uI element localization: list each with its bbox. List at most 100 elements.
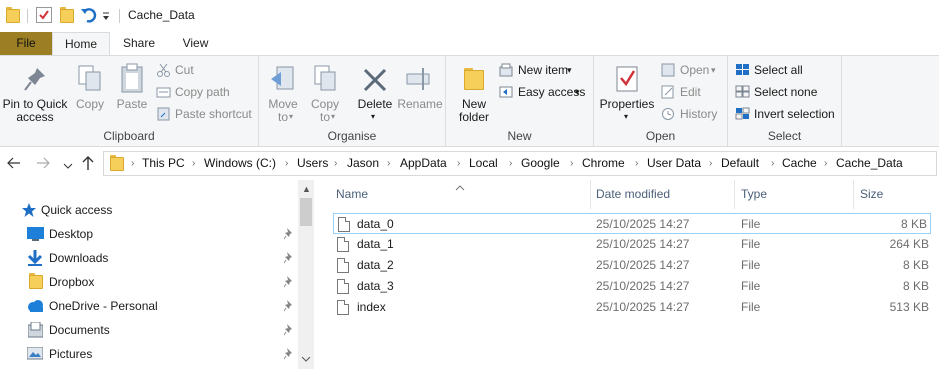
star-icon [22, 203, 36, 217]
scrollbar-thumb[interactable] [300, 198, 312, 226]
breadcrumb-separator-icon: › [570, 158, 574, 169]
easy-access-icon [499, 85, 514, 99]
nav-item-pictures[interactable]: Pictures [27, 343, 307, 365]
breadcrumb-appdata[interactable]: AppData [400, 152, 447, 175]
navigation-pane: Quick access Desktop Downloads Dropbox O… [0, 180, 314, 369]
nav-item-dropbox[interactable]: Dropbox [27, 271, 307, 293]
tab-share[interactable]: Share [113, 32, 165, 55]
divider [119, 9, 120, 23]
file-icon [337, 237, 349, 252]
open-icon [661, 63, 676, 77]
breadcrumb-chrome[interactable]: Chrome [582, 152, 625, 175]
breadcrumb-default[interactable]: Default [721, 152, 759, 175]
scroll-down-arrow-icon[interactable] [301, 352, 311, 362]
recent-locations-chevron-icon[interactable] [63, 159, 73, 169]
pin-icon [24, 68, 45, 91]
forward-arrow-icon[interactable] [36, 156, 50, 170]
tab-view[interactable]: View [168, 32, 223, 55]
file-size: 8 KB [900, 217, 927, 231]
customize-toolbar-chevron-icon[interactable] [101, 9, 111, 23]
delete-button[interactable]: Delete ▾ [355, 60, 395, 130]
table-row[interactable]: data_3 25/10/2025 14:27 File 8 KB [333, 276, 931, 297]
breadcrumb-separator-icon: › [387, 158, 391, 169]
breadcrumb-separator-icon: › [771, 158, 775, 169]
tab-file[interactable]: File [0, 32, 52, 55]
navigation-pane-scrollbar[interactable]: ▲ [298, 180, 314, 369]
file-name: index [357, 300, 386, 314]
move-to-icon [271, 66, 294, 90]
new-item-icon [499, 63, 514, 77]
rename-button[interactable]: Rename [397, 60, 443, 130]
breadcrumb-google[interactable]: Google [521, 152, 560, 175]
nav-item-documents[interactable]: Documents [27, 319, 307, 341]
column-header-name[interactable]: Name [336, 180, 368, 209]
column-header-date-modified[interactable]: Date modified [596, 180, 670, 209]
breadcrumb-windows-c[interactable]: Windows (C:) [204, 152, 276, 175]
nav-item-desktop[interactable]: Desktop [27, 223, 307, 245]
column-divider [590, 180, 591, 209]
file-icon [337, 279, 349, 294]
breadcrumb-jason[interactable]: Jason [347, 152, 379, 175]
pin-to-quick-access-button[interactable]: Pin to Quick access [0, 60, 70, 130]
pin-icon [284, 324, 292, 336]
ribbon: Pin to Quick access Copy Paste Cut Copy … [0, 55, 939, 147]
breadcrumb-cache-data[interactable]: Cache_Data [836, 152, 903, 175]
cloud-icon [28, 300, 43, 312]
breadcrumb-users[interactable]: Users [297, 152, 328, 175]
folder-icon [29, 273, 43, 290]
column-header-size[interactable]: Size [860, 180, 883, 209]
clipboard-group: Pin to Quick access Copy Paste Cut Copy … [0, 56, 259, 146]
file-date: 25/10/2025 14:27 [596, 258, 690, 272]
breadcrumb-local[interactable]: Local [469, 152, 498, 175]
back-arrow-icon[interactable] [7, 156, 21, 170]
rename-icon [406, 68, 430, 90]
scissors-icon [156, 63, 171, 77]
move-to-button[interactable]: Move to ▾ [264, 60, 302, 130]
file-date: 25/10/2025 14:27 [596, 237, 690, 251]
file-size: 513 KB [889, 300, 929, 314]
scroll-up-arrow-icon[interactable]: ▲ [302, 184, 311, 194]
pin-icon [284, 300, 292, 312]
table-row[interactable]: data_0 25/10/2025 14:27 File 8 KB [333, 213, 931, 234]
file-name: data_3 [357, 279, 394, 293]
undo-icon[interactable] [80, 6, 98, 24]
column-divider [853, 180, 854, 209]
properties-quick-icon[interactable] [36, 7, 52, 23]
pin-icon [284, 252, 292, 264]
organise-group: Move to ▾ Copy to ▾ Delete ▾ Rename Orga… [259, 56, 446, 146]
pin-icon [284, 228, 292, 240]
nav-item-downloads[interactable]: Downloads [27, 247, 307, 269]
file-type: File [741, 217, 761, 231]
new-folder-button[interactable]: New folder [454, 60, 494, 130]
new-folder-quick-icon[interactable] [60, 7, 74, 24]
open-group: Properties ▾ Open ▾ Edit History Open [594, 56, 728, 146]
copy-path-icon [156, 85, 171, 99]
breadcrumb-user-data[interactable]: User Data [647, 152, 701, 175]
breadcrumb-this-pc[interactable]: This PC [142, 152, 185, 175]
table-row[interactable]: index 25/10/2025 14:27 File 513 KB [333, 297, 931, 318]
table-row[interactable]: data_2 25/10/2025 14:27 File 8 KB [333, 255, 931, 276]
new-group: New folder New item ▾ Easy access ▾ New [446, 56, 594, 146]
breadcrumb-cache[interactable]: Cache [782, 152, 817, 175]
paste-button[interactable]: Paste [112, 60, 152, 130]
file-type: File [741, 279, 761, 293]
file-date: 25/10/2025 14:27 [596, 279, 690, 293]
delete-dropdown-icon: ▾ [371, 112, 376, 121]
properties-button[interactable]: Properties ▾ [598, 60, 656, 130]
copy-to-button[interactable]: Copy to ▾ [306, 60, 344, 130]
move-to-dropdown-icon: ▾ [289, 112, 294, 121]
copy-button[interactable]: Copy [72, 60, 108, 130]
properties-dropdown-icon: ▾ [624, 112, 629, 121]
delete-x-icon [363, 68, 387, 92]
breadcrumb-separator-icon: › [131, 158, 135, 169]
file-list: Name Date modified Type Size data_0 25/1… [314, 180, 939, 369]
address-bar[interactable]: › This PC › Windows (C:) › Users › Jason… [103, 151, 937, 176]
column-header-type[interactable]: Type [741, 180, 767, 209]
table-row[interactable]: data_1 25/10/2025 14:27 File 264 KB [333, 234, 931, 255]
file-name: data_1 [357, 237, 394, 251]
up-arrow-icon[interactable] [81, 155, 95, 171]
nav-item-onedrive-personal[interactable]: OneDrive - Personal [27, 295, 307, 317]
select-group: Select all Select none Invert selection … [728, 56, 842, 146]
select-all-icon [735, 63, 750, 77]
tab-home[interactable]: Home [52, 32, 110, 55]
